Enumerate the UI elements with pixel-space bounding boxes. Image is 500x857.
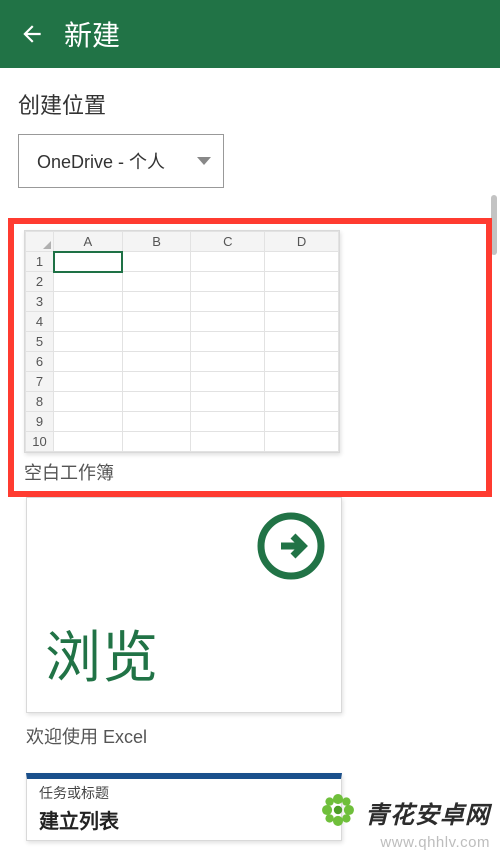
row-header: 1 <box>26 252 54 272</box>
row-header: 9 <box>26 412 54 432</box>
row-header: 7 <box>26 372 54 392</box>
cell <box>265 432 339 452</box>
list-preview: 任务或标题 建立列表 <box>26 773 342 841</box>
cell <box>191 432 265 452</box>
watermark-name: 青花安卓网 <box>365 795 490 830</box>
cell <box>191 292 265 312</box>
column-header: C <box>191 232 265 252</box>
list-title: 建立列表 <box>27 805 341 840</box>
cell <box>191 272 265 292</box>
cell <box>54 332 123 352</box>
template-blank-workbook[interactable]: ABCD 12345678910 空白工作簿 <box>8 218 492 497</box>
cell <box>122 272 191 292</box>
template-welcome-excel[interactable]: 浏览 欢迎使用 Excel <box>4 497 496 749</box>
cell <box>191 332 265 352</box>
cell <box>54 252 123 272</box>
cell <box>265 412 339 432</box>
location-label: 创建位置 <box>0 68 500 134</box>
cell <box>54 412 123 432</box>
row-header: 6 <box>26 352 54 372</box>
cell <box>54 392 123 412</box>
cell <box>265 392 339 412</box>
column-header: B <box>122 232 191 252</box>
cell <box>265 252 339 272</box>
cell <box>265 332 339 352</box>
cell <box>265 312 339 332</box>
row-header: 3 <box>26 292 54 312</box>
cell <box>265 272 339 292</box>
page-title: 新建 <box>64 14 120 54</box>
cell <box>54 372 123 392</box>
cell <box>122 392 191 412</box>
column-header: A <box>54 232 123 252</box>
row-header: 10 <box>26 432 54 452</box>
location-dropdown[interactable]: OneDrive - 个人 <box>18 134 224 188</box>
list-header: 任务或标题 <box>27 779 341 805</box>
watermark-url: www.qhhlv.com <box>317 834 490 851</box>
watermark-logo-icon <box>317 789 359 836</box>
cell <box>122 292 191 312</box>
row-header: 2 <box>26 272 54 292</box>
template-list: ABCD 12345678910 空白工作簿 浏览 欢迎使用 Excel 任务或标… <box>0 218 500 841</box>
app-header: 新建 <box>0 0 500 68</box>
cell <box>54 272 123 292</box>
back-button[interactable] <box>8 10 56 58</box>
cell <box>122 412 191 432</box>
cell <box>122 352 191 372</box>
cell <box>191 372 265 392</box>
column-header: D <box>265 232 339 252</box>
template-label: 空白工作簿 <box>24 459 480 485</box>
row-header: 5 <box>26 332 54 352</box>
cell <box>54 352 123 372</box>
location-selected: OneDrive - 个人 <box>37 148 165 174</box>
cell <box>122 332 191 352</box>
blank-workbook-preview: ABCD 12345678910 <box>24 230 340 453</box>
cell <box>122 372 191 392</box>
cell <box>191 352 265 372</box>
welcome-preview: 浏览 <box>26 497 342 713</box>
cell <box>54 312 123 332</box>
cell <box>54 292 123 312</box>
cell <box>191 252 265 272</box>
cell <box>122 252 191 272</box>
cell <box>54 432 123 452</box>
cell <box>191 392 265 412</box>
cell <box>191 312 265 332</box>
welcome-title: 浏览 <box>45 613 159 694</box>
cell <box>265 292 339 312</box>
chevron-down-icon <box>197 157 211 165</box>
cell <box>122 312 191 332</box>
template-label: 欢迎使用 Excel <box>26 723 482 749</box>
back-arrow-icon <box>19 21 45 47</box>
row-header: 8 <box>26 392 54 412</box>
arrow-right-circle-icon <box>255 510 327 587</box>
cell <box>122 432 191 452</box>
row-header: 4 <box>26 312 54 332</box>
cell <box>191 412 265 432</box>
watermark: 青花安卓网 www.qhhlv.com <box>317 789 490 851</box>
cell <box>265 372 339 392</box>
cell <box>265 352 339 372</box>
